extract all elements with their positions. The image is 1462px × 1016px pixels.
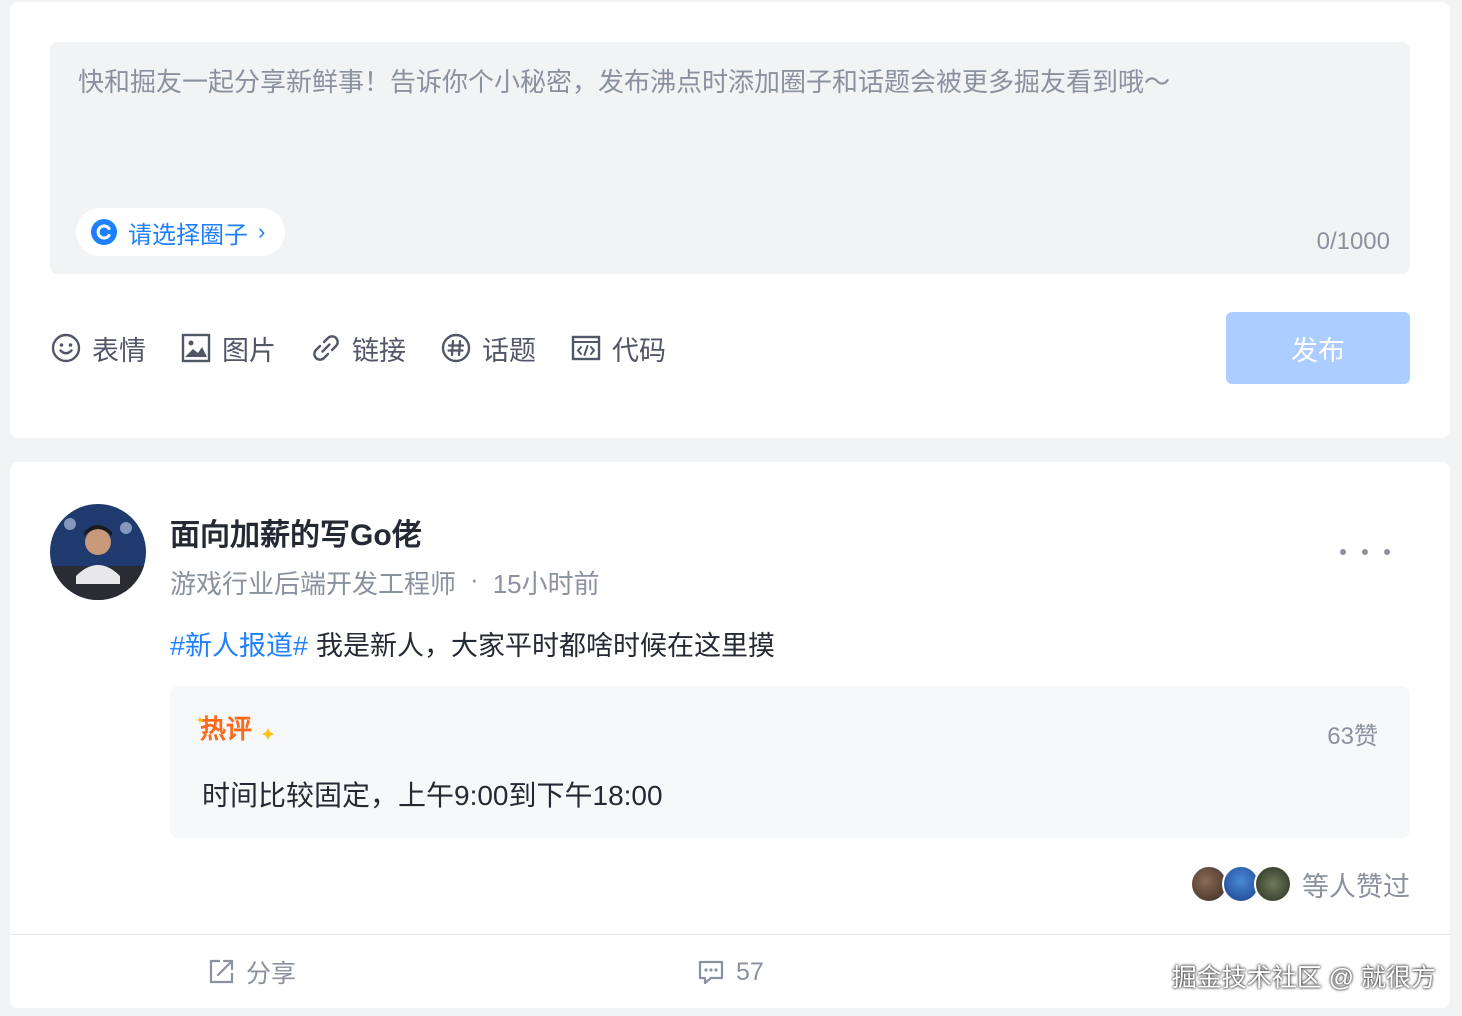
liker-avatar xyxy=(1254,865,1292,903)
post-meta: 游戏行业后端开发工程师 · 15小时前 xyxy=(170,564,600,601)
image-button[interactable]: 图片 xyxy=(180,329,276,368)
avatar-image xyxy=(50,504,146,600)
link-button[interactable]: 链接 xyxy=(310,329,406,368)
more-dot-icon xyxy=(1384,549,1390,555)
post-card: 面向加薪的写Go佬 游戏行业后端开发工程师 · 15小时前 #新人报道# 我是新… xyxy=(10,462,1450,1008)
more-dot-icon xyxy=(1362,549,1368,555)
composer-input[interactable] xyxy=(50,42,1410,202)
hot-comment-text: 时间比较固定，上午9:00到下午18:00 xyxy=(202,780,663,811)
topic-tag[interactable]: #新人报道# xyxy=(170,624,308,663)
meta-separator: · xyxy=(470,564,479,594)
author-name[interactable]: 面向加薪的写Go佬 xyxy=(170,510,422,554)
image-label: 图片 xyxy=(222,335,276,366)
hot-comment[interactable]: 热评 63赞 时间比较固定，上午9:00到下午18:00 xyxy=(170,686,1410,838)
more-dot-icon xyxy=(1340,549,1346,555)
composer-editor: 请选择圈子 › 0/1000 xyxy=(50,42,1410,274)
post-text: 我是新人，大家平时都啥时候在这里摸 xyxy=(316,631,776,661)
liker-avatars xyxy=(1190,865,1292,903)
composer-card: 请选择圈子 › 0/1000 表情 图片 xyxy=(10,2,1450,438)
hashtag-icon xyxy=(441,333,471,363)
author-job-title: 游戏行业后端开发工程师 xyxy=(170,569,457,599)
avatar[interactable] xyxy=(50,504,146,600)
image-icon xyxy=(181,333,211,363)
comment-button[interactable]: 57 xyxy=(696,952,764,992)
share-label: 分享 xyxy=(246,960,297,988)
topic-label: 话题 xyxy=(482,335,536,366)
post-time: 15小时前 xyxy=(492,569,600,599)
code-icon xyxy=(571,335,601,361)
publish-button[interactable]: 发布 xyxy=(1226,312,1410,384)
select-circle-label: 请选择圈子 xyxy=(128,221,248,249)
emoji-label: 表情 xyxy=(92,335,146,366)
action-divider xyxy=(10,934,1450,935)
emoji-icon xyxy=(51,333,81,363)
code-label: 代码 xyxy=(612,335,666,366)
chevron-right-icon: › xyxy=(258,219,266,244)
topic-button[interactable]: 话题 xyxy=(440,329,536,368)
more-menu-button[interactable] xyxy=(1340,532,1390,572)
char-counter: 0/1000 xyxy=(1316,228,1390,255)
post-content: #新人报道# 我是新人，大家平时都啥时候在这里摸 xyxy=(170,624,775,663)
share-button[interactable]: 分享 xyxy=(206,952,296,992)
likers[interactable]: 等人赞过 xyxy=(1190,864,1410,904)
likers-text: 等人赞过 xyxy=(1302,871,1410,902)
comment-count: 57 xyxy=(736,957,764,986)
composer-toolbar: 表情 图片 链接 话题 代码 xyxy=(50,328,666,368)
emoji-button[interactable]: 表情 xyxy=(50,329,146,368)
circle-icon xyxy=(91,219,117,245)
hot-badge-text: 热评 xyxy=(200,715,252,745)
hot-comment-badge: 热评 xyxy=(196,715,274,745)
hot-comment-likes: 63赞 xyxy=(1327,723,1378,750)
comment-icon xyxy=(698,960,724,985)
select-circle-button[interactable]: 请选择圈子 › xyxy=(76,208,286,256)
watermark: 掘金技术社区 @ 就很方 xyxy=(1171,964,1436,992)
link-label: 链接 xyxy=(352,335,406,366)
share-icon xyxy=(209,959,234,984)
link-icon xyxy=(313,335,339,361)
code-button[interactable]: 代码 xyxy=(570,329,666,368)
